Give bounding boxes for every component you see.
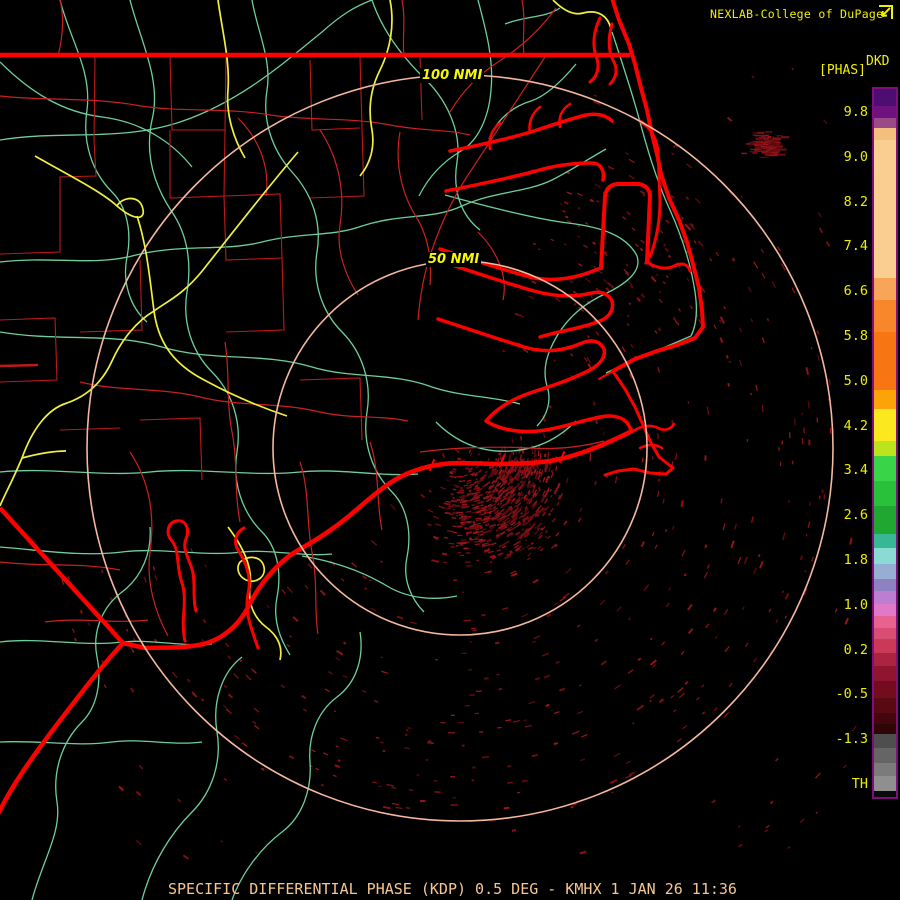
colorbar-segment — [874, 441, 896, 456]
colorbar-segment — [874, 300, 896, 332]
colorbar-segment — [874, 763, 896, 776]
colorbar-segment — [874, 506, 896, 534]
colorbar-segment — [874, 278, 896, 300]
colorbar-tick-label: 1.8 — [843, 552, 868, 568]
colorbar-tick-label: 7.4 — [843, 238, 868, 255]
colorbar-tick-label: 5.0 — [843, 372, 868, 389]
colorbar-segment — [874, 481, 896, 506]
colorbar-segment — [874, 140, 896, 278]
colorbar — [872, 87, 898, 799]
colorbar-segment — [874, 106, 896, 118]
colorbar-segment — [874, 390, 896, 409]
header-title: NEXLAB-College of DuPage — [710, 7, 884, 21]
product-code-label: DKD — [866, 54, 890, 69]
colorbar-tick-label: 9.0 — [843, 148, 868, 165]
colorbar-segment — [874, 776, 896, 791]
colorbar-tick-label: 1.0 — [843, 596, 868, 613]
radar-map — [0, 0, 900, 900]
colorbar-tick-label: 8.2 — [843, 193, 868, 210]
colorbar-segment — [874, 748, 896, 763]
colorbar-tick-label: 4.2 — [843, 417, 868, 434]
colorbar-tick-label: TH — [851, 776, 868, 792]
colorbar-segment — [874, 616, 896, 628]
colorbar-segment — [874, 534, 896, 548]
colorbar-segment — [874, 734, 896, 748]
radar-display: NEXLAB-College of DuPage DKD [PHAS] 100 … — [0, 0, 900, 900]
colorbar-segment — [874, 713, 896, 724]
range-ring-label-100nmi: 100 NMI — [420, 68, 485, 83]
colorbar-segment — [874, 591, 896, 604]
footer-product-title: SPECIFIC DIFFERENTIAL PHASE (KDP) 0.5 DE… — [168, 880, 737, 898]
colorbar-tick-label: 5.8 — [843, 328, 868, 344]
colorbar-tick-label: -0.5 — [835, 686, 868, 703]
colorbar-segment — [874, 409, 896, 441]
colorbar-segment — [874, 579, 896, 591]
colorbar-segment — [874, 628, 896, 639]
colorbar-tick-label: 2.6 — [843, 507, 868, 524]
colorbar-segment — [874, 89, 896, 106]
colorbar-segment — [874, 666, 896, 681]
colorbar-segment — [874, 681, 896, 698]
colorbar-tick-label: -1.3 — [835, 731, 868, 748]
colorbar-segment — [874, 128, 896, 140]
colorbar-segment — [874, 118, 896, 128]
arrow-box-icon — [879, 5, 893, 19]
colorbar-segment — [874, 604, 896, 616]
colorbar-tick-label: 0.2 — [843, 641, 868, 658]
colorbar-segment — [874, 564, 896, 579]
colorbar-tick-label: 3.4 — [843, 462, 868, 479]
colorbar-tick-label: 9.8 — [843, 104, 868, 120]
colorbar-segment — [874, 791, 896, 797]
colorbar-segment — [874, 639, 896, 653]
colorbar-tick-label: 6.6 — [843, 283, 868, 300]
colorbar-segment — [874, 456, 896, 481]
colorbar-segment — [874, 724, 896, 734]
colorbar-segment — [874, 653, 896, 666]
colorbar-segment — [874, 332, 896, 390]
product-units-label: [PHAS] — [819, 63, 866, 78]
colorbar-segment — [874, 548, 896, 564]
range-ring-label-50nmi: 50 NMI — [426, 252, 482, 267]
colorbar-segment — [874, 698, 896, 713]
